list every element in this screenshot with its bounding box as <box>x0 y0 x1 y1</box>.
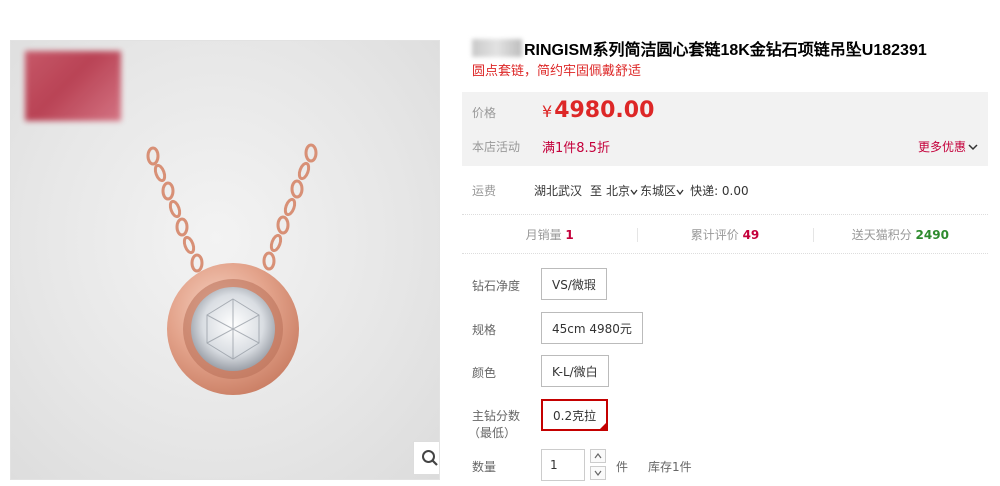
more-offers-link[interactable]: 更多优惠 <box>918 138 978 155</box>
chevron-down-icon <box>676 189 684 196</box>
district-select[interactable]: 东城区 <box>640 182 684 199</box>
promo-value: 满1件8.5折 <box>542 141 610 156</box>
carat-option-selected[interactable]: 0.2克拉 <box>541 399 609 431</box>
chevron-down-icon <box>594 470 602 476</box>
shipping-label: 运费 <box>472 184 497 198</box>
carat-option-label: 0.2克拉 <box>553 408 597 423</box>
shipping-from: 湖北武汉 <box>534 184 583 198</box>
city-select[interactable]: 北京 <box>606 182 638 199</box>
spec-option[interactable]: 45cm 4980元 <box>541 312 643 344</box>
currency-symbol: ¥ <box>542 102 553 121</box>
product-title: RINGISM系列简洁圆心套链18K金钻石项链吊坠U182391 <box>524 42 927 59</box>
shipping-row: 运费 湖北武汉 至 北京 东城区 快递: 0.00 <box>472 182 749 199</box>
quantity-label: 数量 <box>472 460 497 474</box>
selected-check-icon <box>598 421 609 431</box>
chevron-down-icon <box>630 189 638 196</box>
search-icon <box>422 450 438 466</box>
monthly-sales-value: 1 <box>565 227 574 242</box>
monthly-sales-label: 月销量 <box>525 227 562 242</box>
quantity-unit: 件 <box>616 460 629 474</box>
chevron-down-icon <box>968 144 978 151</box>
clarity-option[interactable]: VS/微瑕 <box>541 268 607 300</box>
district-label: 东城区 <box>640 184 677 198</box>
product-image[interactable] <box>10 40 440 480</box>
color-label: 颜色 <box>472 366 497 380</box>
tmall-points-value: 2490 <box>915 227 949 242</box>
shipping-fee: 快递: 0.00 <box>690 184 749 198</box>
spec-label: 规格 <box>472 323 497 337</box>
quantity-input[interactable]: 1 <box>541 449 585 481</box>
quantity-increase-button[interactable] <box>590 449 606 463</box>
city-label: 北京 <box>606 184 631 198</box>
monthly-sales: 月销量 1 <box>462 226 637 243</box>
price-label: 价格 <box>472 106 497 120</box>
more-offers-label: 更多优惠 <box>917 140 966 154</box>
price-amount: 4980.00 <box>554 98 655 123</box>
price-value: ¥4980.00 <box>542 98 654 123</box>
total-reviews[interactable]: 累计评价 49 <box>637 226 812 243</box>
zoom-button[interactable] <box>413 441 439 475</box>
price-panel: 价格 ¥4980.00 本店活动 满1件8.5折 更多优惠 <box>462 92 988 166</box>
necklace-illustration <box>146 143 318 395</box>
color-option[interactable]: K-L/微白 <box>541 355 609 387</box>
brand-name-blurred <box>472 39 522 57</box>
tmall-points: 送天猫积分 2490 <box>812 226 988 243</box>
quantity-decrease-button[interactable] <box>590 466 606 480</box>
clarity-label: 钻石净度 <box>472 279 521 293</box>
total-reviews-value: 49 <box>742 227 760 242</box>
shipping-to-prefix: 至 <box>590 184 603 198</box>
tmall-points-label: 送天猫积分 <box>851 227 912 242</box>
carat-sublabel: （最低） <box>468 426 517 440</box>
total-reviews-label: 累计评价 <box>690 227 739 242</box>
carat-label: 主钻分数 <box>472 409 521 423</box>
chevron-up-icon <box>594 453 602 459</box>
product-title-row: RINGISM系列简洁圆心套链18K金钻石项链吊坠U182391 <box>472 36 927 60</box>
promo-label: 本店活动 <box>472 140 521 154</box>
stock-count: 库存1件 <box>648 460 692 474</box>
sales-stats: 月销量 1 累计评价 49 送天猫积分 2490 <box>462 214 988 254</box>
product-subtitle: 圆点套链，简约牢固佩戴舒适 <box>472 64 642 79</box>
